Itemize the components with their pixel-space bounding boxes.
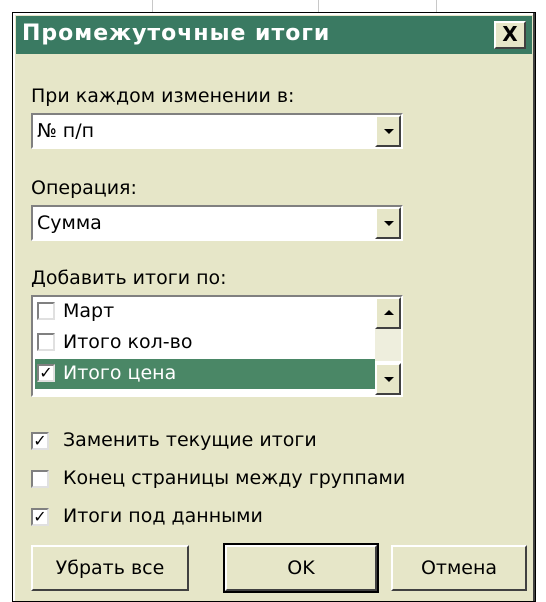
title-bar[interactable]: Промежуточные итоги X: [16, 16, 532, 54]
chevron-up-icon: [384, 310, 394, 315]
chevron-down-icon: [384, 221, 394, 226]
scroll-up-button[interactable]: [375, 297, 401, 329]
checkbox-icon[interactable]: ✓: [31, 432, 49, 450]
chevron-down-icon: [384, 377, 394, 382]
grid-line: [436, 0, 437, 12]
checkbox-icon[interactable]: [37, 333, 55, 351]
remove-all-button[interactable]: Убрать все: [31, 545, 189, 591]
list-item-mart[interactable]: Март: [35, 297, 375, 327]
spreadsheet-grid-background: [0, 0, 546, 12]
group-by-label: При каждом изменении в:: [31, 85, 295, 107]
close-button[interactable]: X: [494, 21, 526, 49]
scroll-down-button[interactable]: [375, 363, 401, 395]
ok-button[interactable]: OK: [223, 543, 379, 593]
operation-label: Операция:: [31, 177, 137, 199]
list-item-total-qty[interactable]: Итого кол-во: [35, 328, 375, 358]
option-label: Конец страницы между группами: [63, 467, 406, 489]
operation-dropdown-button[interactable]: [375, 207, 401, 239]
grid-line: [318, 0, 319, 12]
checkbox-icon[interactable]: [31, 470, 49, 488]
list-item-total-price[interactable]: ✓ Итого цена: [35, 359, 375, 389]
group-by-dropdown-button[interactable]: [375, 115, 401, 147]
checkbox-icon[interactable]: ✓: [31, 508, 49, 526]
subtotals-dialog: Промежуточные итоги X При каждом изменен…: [12, 12, 536, 602]
add-totals-list[interactable]: Март Итого кол-во ✓ Итого цена: [31, 295, 403, 397]
group-by-select[interactable]: № п/п: [31, 113, 403, 149]
operation-value: Сумма: [37, 212, 102, 234]
checkbox-icon[interactable]: [37, 302, 55, 320]
option-label: Итоги под данными: [63, 505, 263, 527]
option-label: Заменить текущие итоги: [63, 429, 317, 451]
list-item-label: Итого кол-во: [63, 331, 193, 353]
add-totals-label: Добавить итоги по:: [31, 267, 227, 289]
grid-line: [152, 0, 153, 12]
dialog-title: Промежуточные итоги: [22, 21, 331, 46]
close-icon: X: [502, 22, 518, 46]
scrollbar-track[interactable]: [375, 329, 401, 361]
group-by-value: № п/п: [37, 120, 95, 142]
operation-select[interactable]: Сумма: [31, 205, 403, 241]
chevron-down-icon: [384, 129, 394, 134]
list-item-label: Итого цена: [63, 362, 177, 384]
cancel-button[interactable]: Отмена: [391, 545, 527, 591]
list-item-label: Март: [63, 300, 115, 322]
checkbox-icon[interactable]: ✓: [37, 364, 55, 382]
